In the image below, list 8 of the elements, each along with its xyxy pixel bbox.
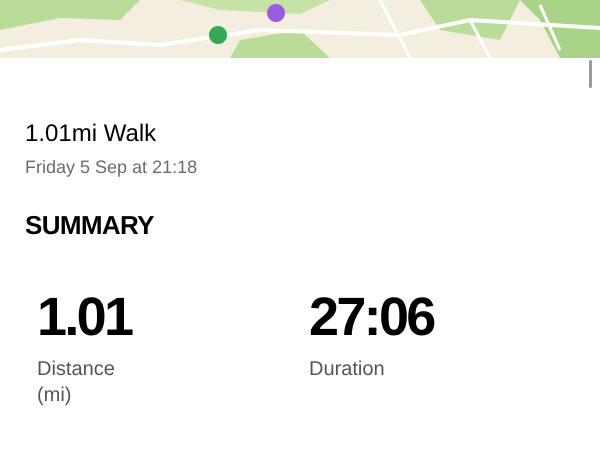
section-heading: SUMMARY bbox=[25, 212, 155, 238]
activity-title: 1.01mi Walk bbox=[25, 122, 158, 146]
stat-value: 27:06 bbox=[309, 290, 436, 344]
scrollbar[interactable] bbox=[589, 60, 592, 88]
activity-date: Friday 5 Sep at 21:18 bbox=[25, 158, 198, 176]
stat-value: 1.01 bbox=[37, 290, 133, 344]
stat-label: Duration bbox=[309, 357, 386, 382]
stat-label: Distance (mi) bbox=[37, 357, 116, 408]
